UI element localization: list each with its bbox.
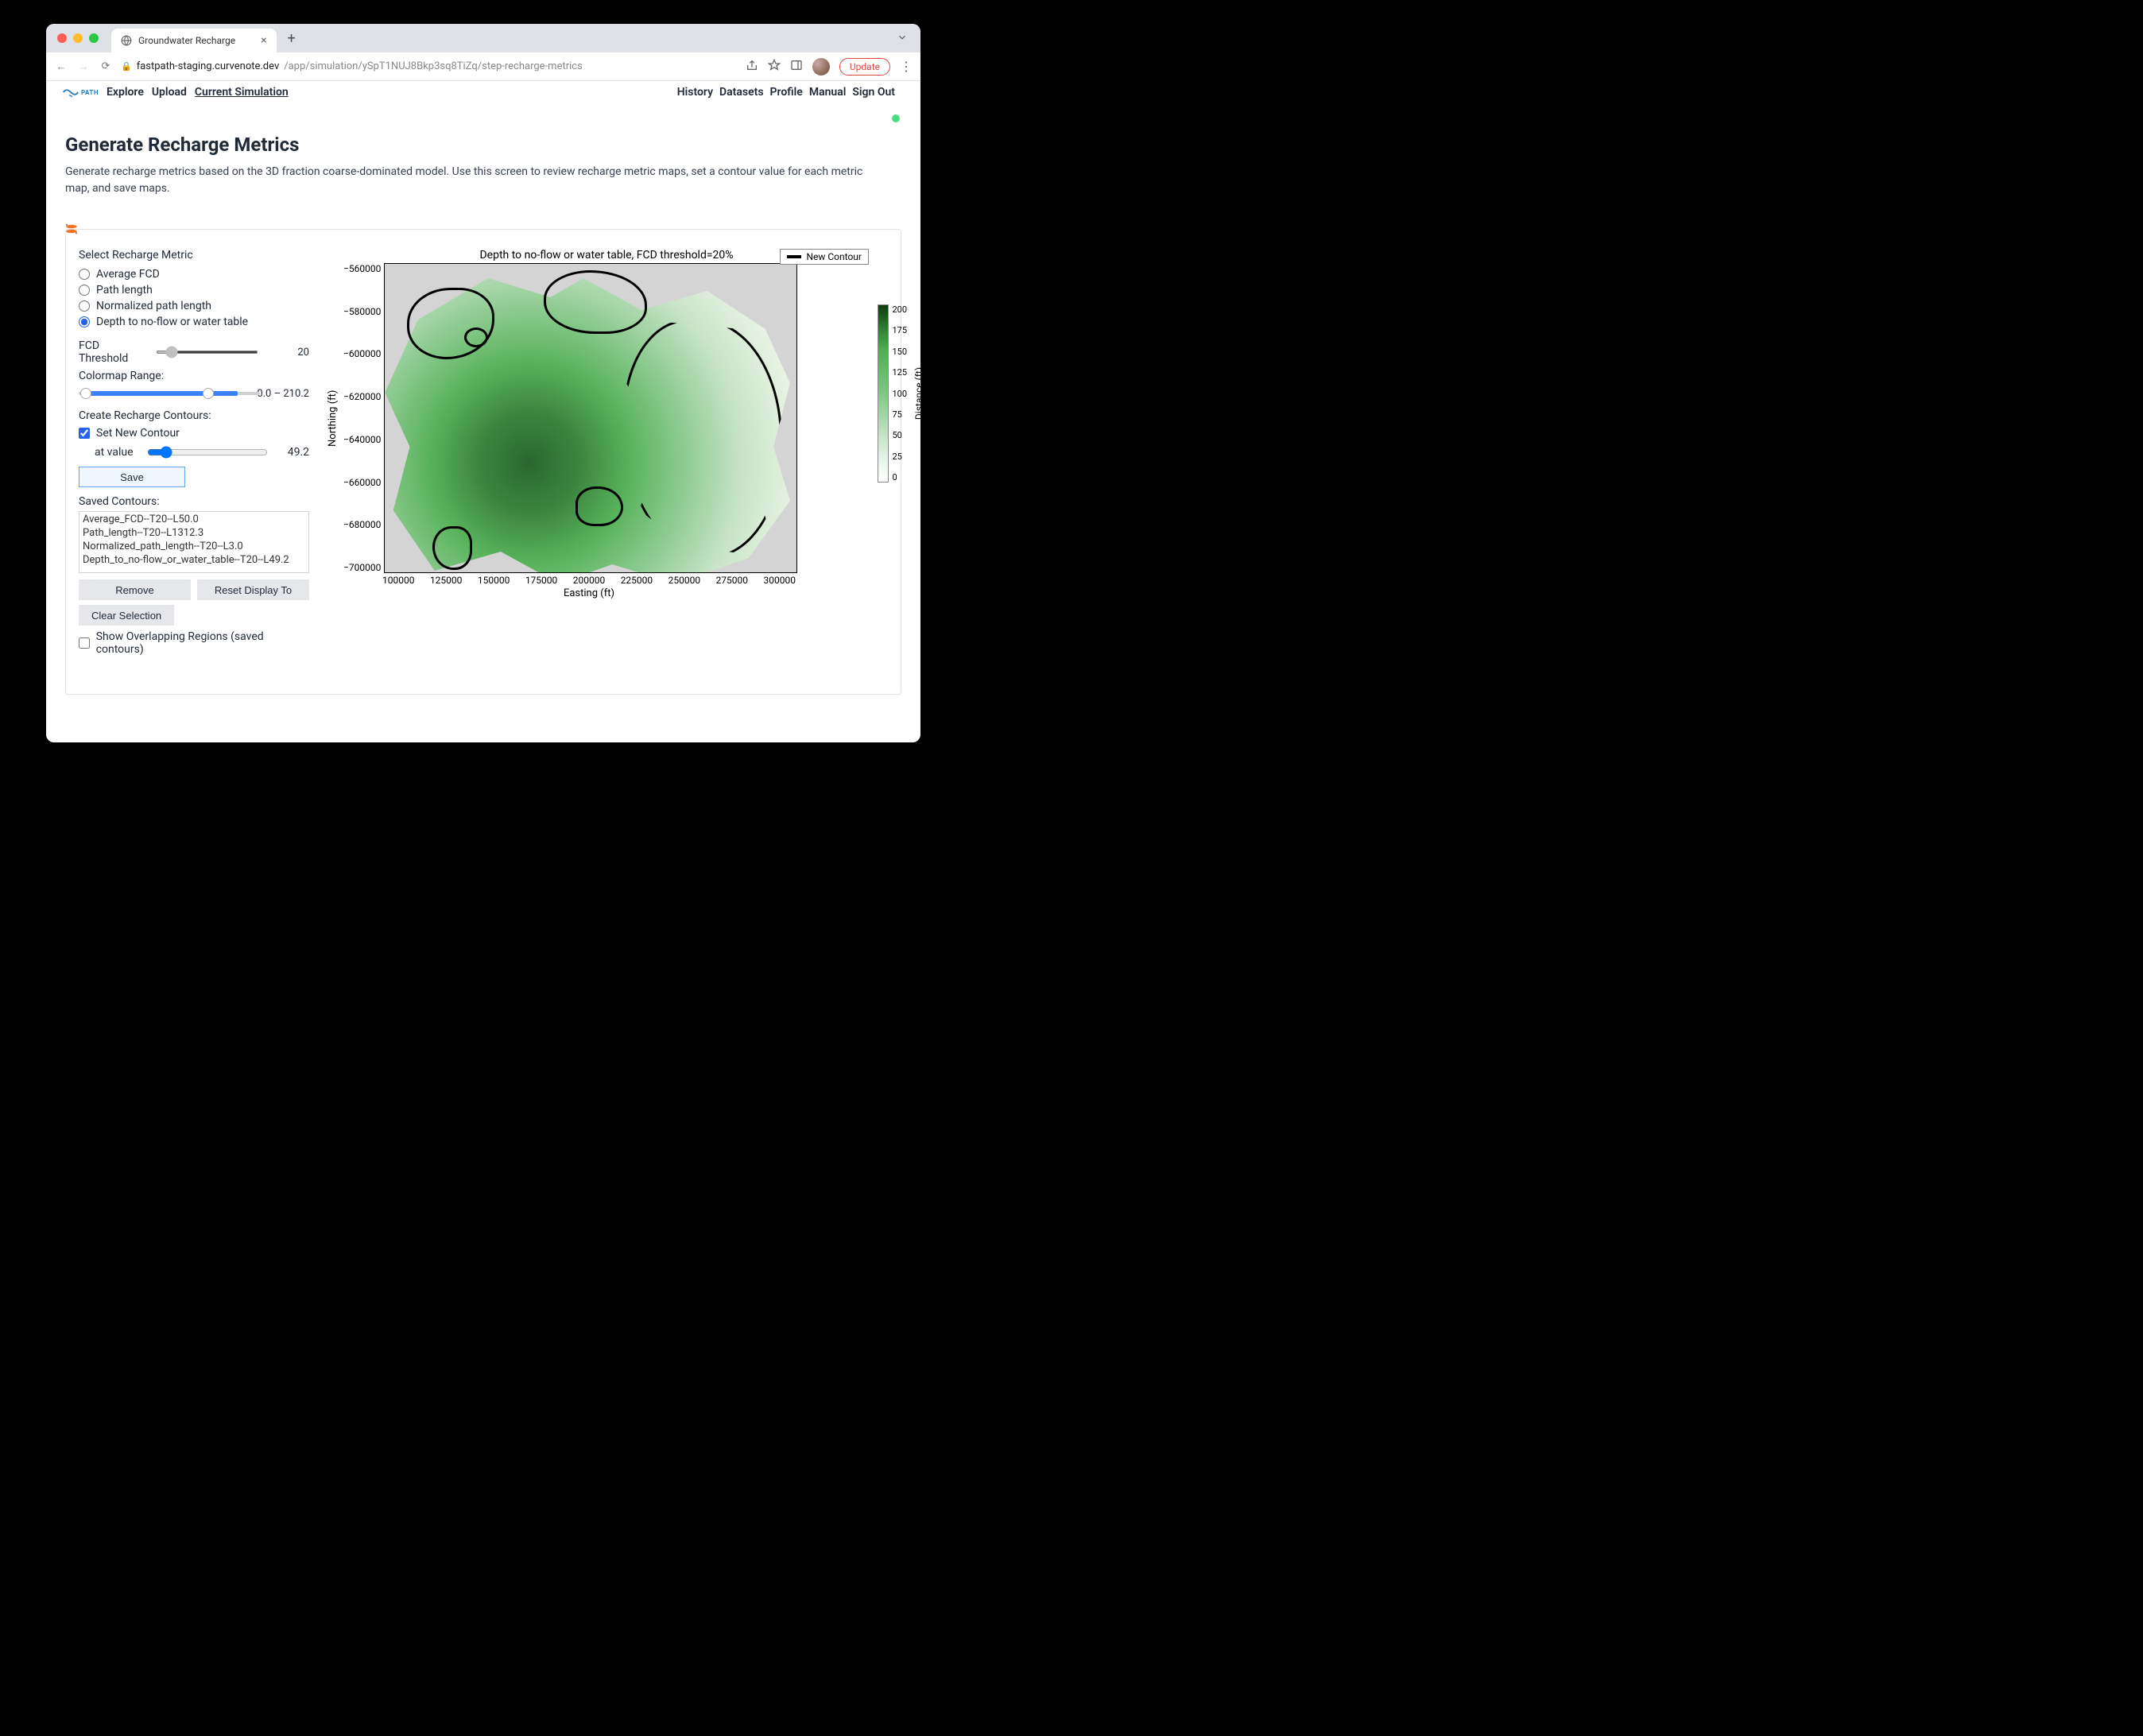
app-nav: PATH Explore Upload Current Simulation H… <box>46 81 920 107</box>
colorbar-label: Distance (ft) <box>913 367 920 420</box>
list-item[interactable]: Normalized_path_length--T20--L3.0 <box>83 541 305 554</box>
radio-label: Average FCD <box>96 268 160 281</box>
lock-icon: 🔒 <box>121 61 132 72</box>
radio-label: Depth to no-flow or water table <box>96 316 248 328</box>
fcd-threshold-value: 20 <box>266 347 309 358</box>
legend-swatch <box>787 255 801 258</box>
url-bar: ← → ⟳ 🔒 fastpath-staging.curvenote.dev/a… <box>46 52 920 81</box>
saved-contours-listbox[interactable]: Average_FCD--T20--L50.0 Path_length--T20… <box>79 511 309 573</box>
logo-text: PATH <box>81 89 99 96</box>
jupyter-icon <box>64 222 79 236</box>
new-tab-button[interactable]: + <box>281 28 302 48</box>
metric-radio-group: Average FCD Path length Normalized path … <box>79 268 309 328</box>
nav-explore[interactable]: Explore <box>107 86 144 99</box>
reload-button[interactable]: ⟳ <box>99 60 113 72</box>
list-item[interactable]: Path_length--T20--L1312.3 <box>83 527 305 541</box>
nav-current-simulation[interactable]: Current Simulation <box>195 86 289 99</box>
browser-tab[interactable]: Groundwater Recharge × <box>111 29 277 52</box>
nav-signout[interactable]: Sign Out <box>852 86 895 99</box>
saved-contours-label: Saved Contours: <box>79 495 309 508</box>
tab-bar: Groundwater Recharge × + <box>46 24 920 52</box>
legend-label: New Contour <box>806 251 862 262</box>
page-scroll[interactable]: PATH Explore Upload Current Simulation H… <box>46 81 920 742</box>
list-item[interactable]: Depth_to_no-flow_or_water_table--T20--L4… <box>83 554 305 568</box>
window-controls <box>52 33 107 43</box>
at-value-label: at value <box>95 446 139 459</box>
bookmark-icon[interactable] <box>768 59 781 75</box>
kernel-status-indicator <box>892 114 900 122</box>
page-title: Generate Recharge Metrics <box>65 134 901 156</box>
url-domain: fastpath-staging.curvenote.dev <box>137 60 280 72</box>
at-value-value: 49.2 <box>276 446 309 459</box>
controls-panel: Select Recharge Metric Average FCD Path … <box>79 249 309 662</box>
remove-button[interactable]: Remove <box>79 579 191 600</box>
select-metric-label: Select Recharge Metric <box>79 249 309 262</box>
reset-display-button[interactable]: Reset Display To <box>197 579 309 600</box>
browser-window: Groundwater Recharge × + ← → ⟳ 🔒 fastpat… <box>46 24 920 742</box>
x-axis-ticks: 1000001250001500001750002000002250002500… <box>382 575 796 586</box>
checkbox-label: Show Overlapping Regions (saved contours… <box>96 630 309 656</box>
close-tab-icon[interactable]: × <box>261 34 266 47</box>
close-window-button[interactable] <box>57 33 67 43</box>
x-axis-label: Easting (ft) <box>382 587 796 599</box>
forward-button[interactable]: → <box>76 60 91 73</box>
back-button[interactable]: ← <box>54 60 68 73</box>
radio-depth-noflow[interactable]: Depth to no-flow or water table <box>79 316 309 328</box>
widget-card: Select Recharge Metric Average FCD Path … <box>65 229 901 695</box>
clear-selection-button[interactable]: Clear Selection <box>79 605 174 626</box>
app-logo[interactable]: PATH <box>62 84 99 100</box>
logo-icon <box>62 86 79 99</box>
fcd-threshold-slider[interactable] <box>156 351 258 354</box>
map-canvas[interactable] <box>384 263 797 573</box>
menu-icon[interactable]: ⋮ <box>900 59 913 74</box>
create-contours-label: Create Recharge Contours: <box>79 409 309 422</box>
nav-history[interactable]: History <box>677 86 713 99</box>
address-field[interactable]: 🔒 fastpath-staging.curvenote.dev/app/sim… <box>121 60 738 72</box>
show-overlapping-checkbox[interactable]: Show Overlapping Regions (saved contours… <box>79 630 309 656</box>
profile-avatar[interactable] <box>812 58 830 76</box>
save-button[interactable]: Save <box>79 467 185 487</box>
y-axis-label: Northing (ft) <box>325 263 340 573</box>
nav-upload[interactable]: Upload <box>152 86 187 99</box>
share-icon[interactable] <box>746 59 758 75</box>
y-axis-ticks: −560000−580000−600000−620000−640000−6600… <box>340 263 384 573</box>
list-item[interactable]: Average_FCD--T20--L50.0 <box>83 513 305 527</box>
globe-icon <box>121 35 132 46</box>
radio-normalized-path-length[interactable]: Normalized path length <box>79 300 309 312</box>
colormap-range-slider[interactable]: 0.0 – 210.2 <box>79 386 309 401</box>
colormap-range-label: Colormap Range: <box>79 370 309 382</box>
radio-label: Normalized path length <box>96 300 211 312</box>
tabs-overflow-icon[interactable] <box>897 31 914 46</box>
tab-title: Groundwater Recharge <box>138 35 235 46</box>
page-description: Generate recharge metrics based on the 3… <box>65 164 876 197</box>
url-path: /app/simulation/ySpT1NUJ8Bkp3sq8TiZq/ste… <box>284 60 583 72</box>
update-button[interactable]: Update <box>839 58 890 76</box>
radio-label: Path length <box>96 284 153 296</box>
minimize-window-button[interactable] <box>73 33 83 43</box>
nav-datasets[interactable]: Datasets <box>719 86 764 99</box>
maximize-window-button[interactable] <box>89 33 99 43</box>
plot-panel: New Contour Depth to no-flow or water ta… <box>325 249 888 662</box>
nav-profile[interactable]: Profile <box>770 86 803 99</box>
colorbar: 2001751501251007550250 Distance (ft) <box>878 304 920 482</box>
radio-path-length[interactable]: Path length <box>79 284 309 296</box>
panel-icon[interactable] <box>790 59 803 75</box>
plot-legend: New Contour <box>780 249 869 265</box>
fcd-threshold-label: FCD Threshold <box>79 339 148 365</box>
checkbox-label: Set New Contour <box>96 427 180 440</box>
nav-manual[interactable]: Manual <box>809 86 847 99</box>
radio-average-fcd[interactable]: Average FCD <box>79 268 309 281</box>
set-new-contour-checkbox[interactable]: Set New Contour <box>79 427 309 440</box>
at-value-slider[interactable] <box>147 446 268 459</box>
